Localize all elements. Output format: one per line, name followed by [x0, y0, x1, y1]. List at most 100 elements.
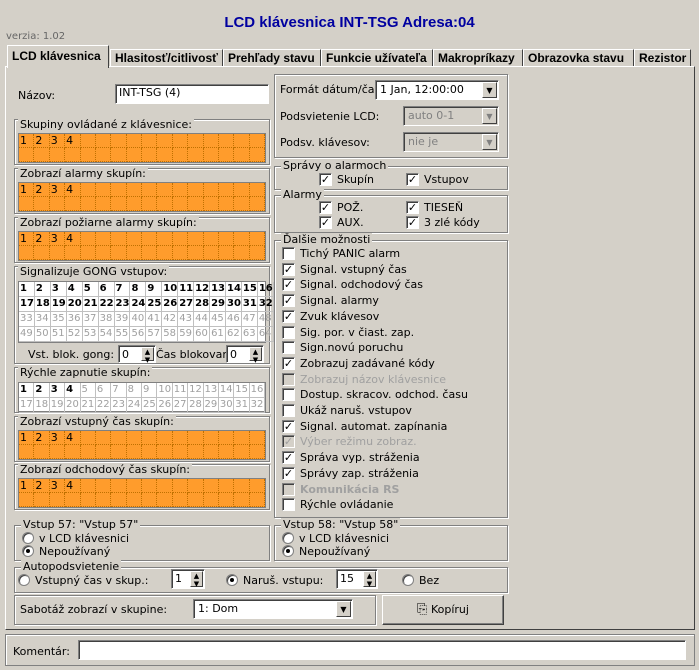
group-cell[interactable]	[126, 493, 142, 507]
checkmark-icon[interactable]	[282, 404, 295, 417]
input-cell[interactable]: 11	[172, 383, 189, 398]
group-cell[interactable]	[157, 197, 173, 211]
input-cell[interactable]: 28	[188, 398, 204, 413]
checkmark-icon[interactable]: ✓	[406, 173, 419, 186]
input-cell[interactable]: 14	[218, 383, 235, 398]
group-cell[interactable]	[95, 445, 112, 459]
key-backlight-select[interactable]: nie je ▼	[403, 132, 499, 152]
checkmark-icon[interactable]	[282, 325, 295, 339]
group-cell[interactable]: 3	[49, 134, 66, 148]
group-cell[interactable]: 2	[34, 479, 50, 493]
group-cell[interactable]	[95, 197, 112, 211]
input-cell[interactable]: 47	[241, 312, 258, 327]
group-cell[interactable]	[188, 445, 204, 459]
group-cell[interactable]	[172, 445, 189, 459]
input-cell[interactable]: 44	[194, 312, 211, 327]
input-cell[interactable]: 28	[194, 297, 211, 312]
group-cell[interactable]	[142, 445, 158, 459]
option-checkbox[interactable]: ✓ Zobrazuj zadávané kódy	[282, 356, 435, 371]
auto-entry-stepper[interactable]: 1 ▲ ▼	[171, 569, 205, 589]
group-cell[interactable]	[34, 246, 50, 260]
group-cell[interactable]: 4	[65, 134, 81, 148]
group-cell[interactable]	[65, 493, 81, 507]
group-cell[interactable]	[172, 493, 189, 507]
group-cell[interactable]	[157, 183, 173, 197]
group-cell[interactable]	[218, 445, 235, 459]
input-cell[interactable]: 6	[98, 282, 115, 297]
group-cell[interactable]	[188, 148, 204, 162]
input-cell[interactable]: 60	[194, 327, 211, 342]
group-cell[interactable]	[218, 148, 235, 162]
input-cell[interactable]: 18	[34, 297, 51, 312]
group-cell[interactable]	[49, 246, 66, 260]
input-cell[interactable]: 11	[178, 282, 195, 297]
lcd-backlight-select[interactable]: auto 0-1 ▼	[403, 106, 499, 126]
group-cell[interactable]	[218, 183, 235, 197]
group-cell[interactable]	[111, 197, 127, 211]
auto-violation-radio[interactable]: Naruš. vstupu:	[226, 574, 323, 588]
input-cell[interactable]: 31	[241, 297, 258, 312]
chevron-down-icon[interactable]: ▼	[482, 82, 497, 98]
input-cell[interactable]: 42	[162, 312, 179, 327]
group-cell[interactable]	[234, 479, 250, 493]
input-cell[interactable]: 3	[49, 383, 66, 398]
option-checkbox[interactable]: Rýchle ovládanie	[282, 498, 393, 512]
checkmark-icon[interactable]: ✓	[282, 466, 295, 480]
group-cell[interactable]	[95, 183, 112, 197]
group-cell[interactable]	[188, 183, 204, 197]
group-cell[interactable]	[80, 445, 96, 459]
input-cell[interactable]: 22	[95, 398, 112, 413]
option-checkbox[interactable]: ✓ Signal. alarmy	[282, 294, 379, 308]
group-cell[interactable]	[249, 431, 265, 445]
group-cell[interactable]	[234, 445, 250, 459]
group-cell[interactable]	[157, 431, 173, 445]
group-cell[interactable]: 3	[49, 183, 66, 197]
group-cell[interactable]	[234, 232, 250, 246]
group-cell[interactable]	[142, 134, 158, 148]
sabotage-select[interactable]: 1: Dom ▼	[193, 599, 353, 619]
input-cell[interactable]: 12	[188, 383, 204, 398]
group-cell[interactable]	[80, 232, 96, 246]
group-cell[interactable]	[111, 134, 127, 148]
input-cell[interactable]: 15	[234, 383, 250, 398]
group-cell[interactable]: 4	[65, 183, 81, 197]
input-cell[interactable]: 9	[146, 282, 163, 297]
group-cell[interactable]	[126, 445, 142, 459]
group-cell[interactable]	[142, 431, 158, 445]
input-cell[interactable]: 19	[50, 297, 67, 312]
input-cell[interactable]: 26	[157, 398, 173, 413]
group-cell[interactable]	[218, 246, 235, 260]
input-cell[interactable]: 27	[172, 398, 189, 413]
group-cell[interactable]	[249, 134, 265, 148]
input-cell[interactable]: 55	[114, 327, 131, 342]
checkmark-icon[interactable]	[282, 498, 295, 512]
comment-input[interactable]	[78, 640, 686, 660]
input-cell[interactable]: 13	[203, 383, 219, 398]
chevron-down-icon[interactable]: ▼	[336, 601, 351, 617]
input-cell[interactable]: 16	[249, 383, 265, 398]
input-cell[interactable]: 39	[114, 312, 131, 327]
group-cell[interactable]	[111, 232, 127, 246]
alarm-msg-inputs-checkbox[interactable]: ✓ Vstupov	[406, 173, 469, 187]
group-cell[interactable]	[126, 431, 142, 445]
input-cell[interactable]: 31	[234, 398, 250, 413]
group-cell[interactable]	[203, 197, 219, 211]
group-cell[interactable]	[172, 232, 189, 246]
group-cell[interactable]	[203, 232, 219, 246]
input-cell[interactable]: 52	[66, 327, 83, 342]
checkmark-icon[interactable]	[282, 341, 295, 355]
group-cell[interactable]	[19, 445, 35, 459]
input-cell[interactable]: 23	[114, 297, 131, 312]
group-cell[interactable]: 3	[49, 431, 66, 445]
option-checkbox[interactable]: Dostup. skracov. odchod. času	[282, 388, 468, 402]
input-cell[interactable]: 10	[157, 383, 173, 398]
input-cell[interactable]: 29	[203, 398, 219, 413]
input-cell[interactable]: 19	[49, 398, 66, 413]
input-cell[interactable]: 57	[146, 327, 163, 342]
group-cell[interactable]	[234, 197, 250, 211]
group-cell[interactable]: 1	[19, 479, 35, 493]
group-cell[interactable]: 3	[49, 479, 66, 493]
input-cell[interactable]: 53	[82, 327, 99, 342]
radio-on-icon[interactable]	[282, 545, 294, 557]
alarm-msg-groups-checkbox[interactable]: ✓ Skupín	[319, 173, 374, 187]
